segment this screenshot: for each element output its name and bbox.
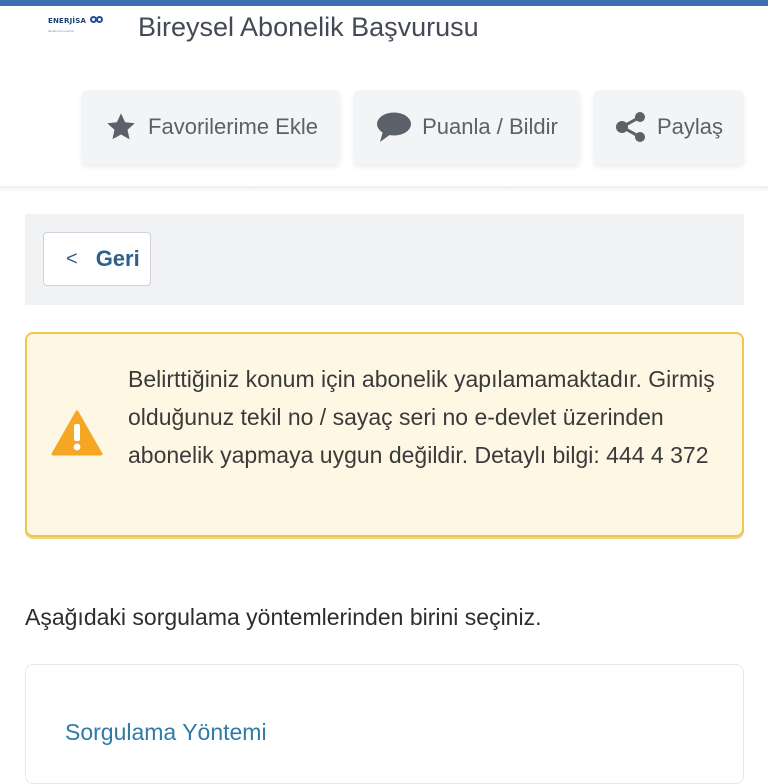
warning-alert: Belirttiğiniz konum için abonelik yapıla…	[25, 332, 744, 537]
back-button-label: Geri	[95, 246, 140, 271]
rate-report-label: Puanla / Bildir	[422, 114, 558, 139]
header-divider	[0, 186, 768, 192]
top-strip	[0, 0, 768, 6]
query-method-title: Sorgulama Yöntemi	[65, 719, 267, 745]
star-icon	[107, 113, 135, 140]
warning-triangle-icon	[51, 410, 103, 456]
warning-message: Belirttiğiniz konum için abonelik yapıla…	[128, 366, 715, 468]
share-button[interactable]: Paylaş	[594, 90, 744, 164]
speech-bubble-icon	[377, 112, 412, 142]
logo-tagline: hayatımızın enerjisi	[48, 29, 74, 33]
share-icon	[615, 112, 645, 142]
page-title: Bireysel Abonelik Başvurusu	[138, 12, 479, 42]
brand-logo[interactable]: ENERJİSA hayatımızın enerjisi	[48, 10, 110, 33]
add-to-favorites-button[interactable]: Favorilerime Ekle	[82, 90, 340, 164]
query-method-card: Sorgulama Yöntemi	[25, 664, 744, 784]
rate-report-button[interactable]: Puanla / Bildir	[354, 90, 580, 164]
back-button[interactable]: < Geri	[43, 232, 151, 286]
logo-text: ENERJİSA	[48, 17, 87, 25]
chevron-left-icon: <	[66, 247, 78, 270]
back-bar: < Geri	[25, 214, 744, 305]
share-label: Paylaş	[656, 114, 724, 139]
instruction-text: Aşağıdaki sorgulama yöntemlerinden birin…	[25, 604, 542, 630]
add-to-favorites-label: Favorilerime Ekle	[148, 114, 318, 139]
logo-circles-icon	[89, 10, 103, 28]
